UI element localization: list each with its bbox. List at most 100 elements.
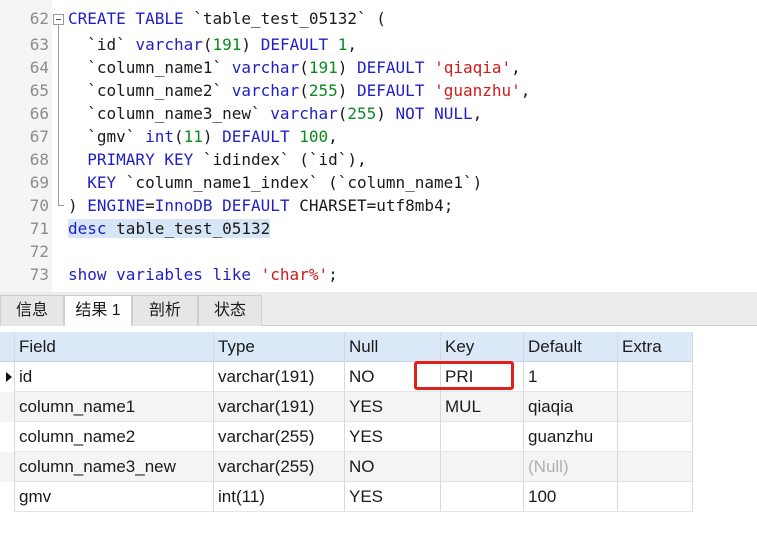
code-token: 1: [337, 35, 348, 54]
code-line[interactable]: 62 CREATE TABLE `table_test_05132` (: [0, 7, 757, 30]
table-cell[interactable]: YES: [345, 482, 441, 512]
line-number: 73: [29, 265, 49, 284]
table-cell[interactable]: [441, 482, 524, 512]
table-cell[interactable]: [618, 422, 693, 452]
code-token: 11: [183, 127, 203, 146]
column-header-extra[interactable]: Extra: [618, 332, 693, 362]
code-token: ,: [328, 127, 338, 146]
table-cell[interactable]: [441, 422, 524, 452]
table-cell[interactable]: qiaqia: [524, 392, 618, 422]
code-line[interactable]: 73 show variables like 'char%';: [0, 263, 757, 286]
code-line[interactable]: 63 `id` varchar(191) DEFAULT 1,: [0, 33, 757, 56]
tab-label: 剖析: [148, 302, 181, 319]
result-grid[interactable]: Field Type Null Key Default Extra id var…: [0, 326, 757, 551]
code-token: CHARSET=utf8mb4;: [299, 196, 454, 215]
line-number: 62: [29, 9, 49, 28]
fold-toggle-icon[interactable]: [53, 14, 64, 25]
table-cell[interactable]: 100: [524, 482, 618, 512]
sql-editor[interactable]: 62 CREATE TABLE `table_test_05132` ( 63 `i…: [0, 0, 757, 292]
code-token: ): [68, 196, 88, 215]
table-cell[interactable]: varchar(191): [214, 392, 345, 422]
code-line[interactable]: 64 `column_name1` varchar(191) DEFAULT '…: [0, 56, 757, 79]
code-line-text: CREATE TABLE `table_test_05132` (: [68, 7, 386, 30]
code-line[interactable]: 65 `column_name2` varchar(255) DEFAULT '…: [0, 79, 757, 102]
table-cell[interactable]: [618, 482, 693, 512]
code-token: `column_name1`: [68, 58, 232, 77]
table-cell[interactable]: 1: [524, 362, 618, 392]
code-token: ): [337, 81, 358, 100]
table-cell[interactable]: guanzhu: [524, 422, 618, 452]
code-line-text: `column_name1` varchar(191) DEFAULT 'qia…: [68, 56, 521, 79]
table-cell[interactable]: MUL: [441, 392, 524, 422]
table-cell[interactable]: varchar(255): [214, 452, 345, 482]
code-token: ): [337, 58, 358, 77]
code-token: ,: [472, 104, 483, 123]
table-cell[interactable]: NO: [345, 452, 441, 482]
table-cell[interactable]: [618, 452, 693, 482]
table-cell[interactable]: PRI: [441, 362, 524, 392]
row-indicator[interactable]: [0, 452, 15, 482]
tab-status[interactable]: 状态: [198, 295, 262, 326]
code-token: KEY: [87, 173, 126, 192]
table-cell[interactable]: column_name2: [15, 422, 214, 452]
grid-corner: [0, 332, 15, 362]
code-token: 'guanzhu': [434, 81, 521, 100]
code-token: varchar: [231, 58, 300, 77]
row-indicator[interactable]: [0, 482, 15, 512]
code-token: show variables like: [68, 265, 261, 284]
tab-info[interactable]: 信息: [0, 295, 64, 326]
code-token: 'char%': [260, 265, 329, 284]
code-line[interactable]: 67 `gmv` int(11) DEFAULT 100,: [0, 125, 757, 148]
tab-profile[interactable]: 剖析: [132, 295, 198, 326]
table-cell[interactable]: column_name1: [15, 392, 214, 422]
table-cell[interactable]: [618, 362, 693, 392]
table-cell[interactable]: id: [15, 362, 214, 392]
code-token: (: [202, 35, 213, 54]
line-number: 72: [29, 242, 49, 261]
column-header-field[interactable]: Field: [15, 332, 214, 362]
code-token: DEFAULT: [357, 81, 435, 100]
null-value-cell[interactable]: (Null): [524, 452, 618, 482]
column-header-null[interactable]: Null: [345, 332, 441, 362]
code-token: int: [145, 127, 174, 146]
code-line[interactable]: 70) ENGINE=InnoDB DEFAULT CHARSET=utf8mb…: [0, 194, 757, 217]
code-line[interactable]: 66 `column_name3_new` varchar(255) NOT N…: [0, 102, 757, 125]
column-header-type[interactable]: Type: [214, 332, 345, 362]
table-cell[interactable]: varchar(191): [214, 362, 345, 392]
line-number: 68: [29, 150, 49, 169]
code-line-text: ) ENGINE=InnoDB DEFAULT CHARSET=utf8mb4;: [68, 194, 453, 217]
table-cell[interactable]: varchar(255): [214, 422, 345, 452]
table-cell[interactable]: [618, 392, 693, 422]
code-token: 100: [299, 127, 329, 146]
code-line[interactable]: 69 KEY `column_name1_index` (`column_nam…: [0, 171, 757, 194]
row-indicator[interactable]: [0, 392, 15, 422]
code-token: (: [299, 58, 309, 77]
code-line[interactable]: 71 desc table_test_05132: [0, 217, 757, 240]
table-cell[interactable]: gmv: [15, 482, 214, 512]
tab-result-1[interactable]: 结果 1: [64, 295, 132, 327]
code-token: `table_test_05132` (: [193, 9, 386, 28]
table-cell[interactable]: column_name3_new: [15, 452, 214, 482]
column-header-key[interactable]: Key: [441, 332, 524, 362]
code-line[interactable]: 72: [0, 240, 757, 263]
column-header-default[interactable]: Default: [524, 332, 618, 362]
row-indicator[interactable]: [0, 422, 15, 452]
table-cell[interactable]: NO: [345, 362, 441, 392]
code-token: ,: [520, 81, 531, 100]
code-token: DEFAULT: [260, 35, 338, 54]
table-cell[interactable]: int(11): [214, 482, 345, 512]
line-number: 65: [29, 81, 49, 100]
line-number: 63: [29, 35, 49, 54]
code-token: 255: [308, 81, 338, 100]
row-indicator[interactable]: [0, 362, 15, 392]
table-cell[interactable]: YES: [345, 422, 441, 452]
line-number: 66: [29, 104, 49, 123]
code-line[interactable]: 68 PRIMARY KEY `idindex` (`id`),: [0, 148, 757, 171]
table-cell[interactable]: [441, 452, 524, 482]
fold-guide-line: [58, 25, 59, 205]
table-cell[interactable]: YES: [345, 392, 441, 422]
code-token: `gmv`: [68, 127, 146, 146]
code-token: =: [145, 196, 155, 215]
code-line-text: `column_name2` varchar(255) DEFAULT 'gua…: [68, 79, 530, 102]
